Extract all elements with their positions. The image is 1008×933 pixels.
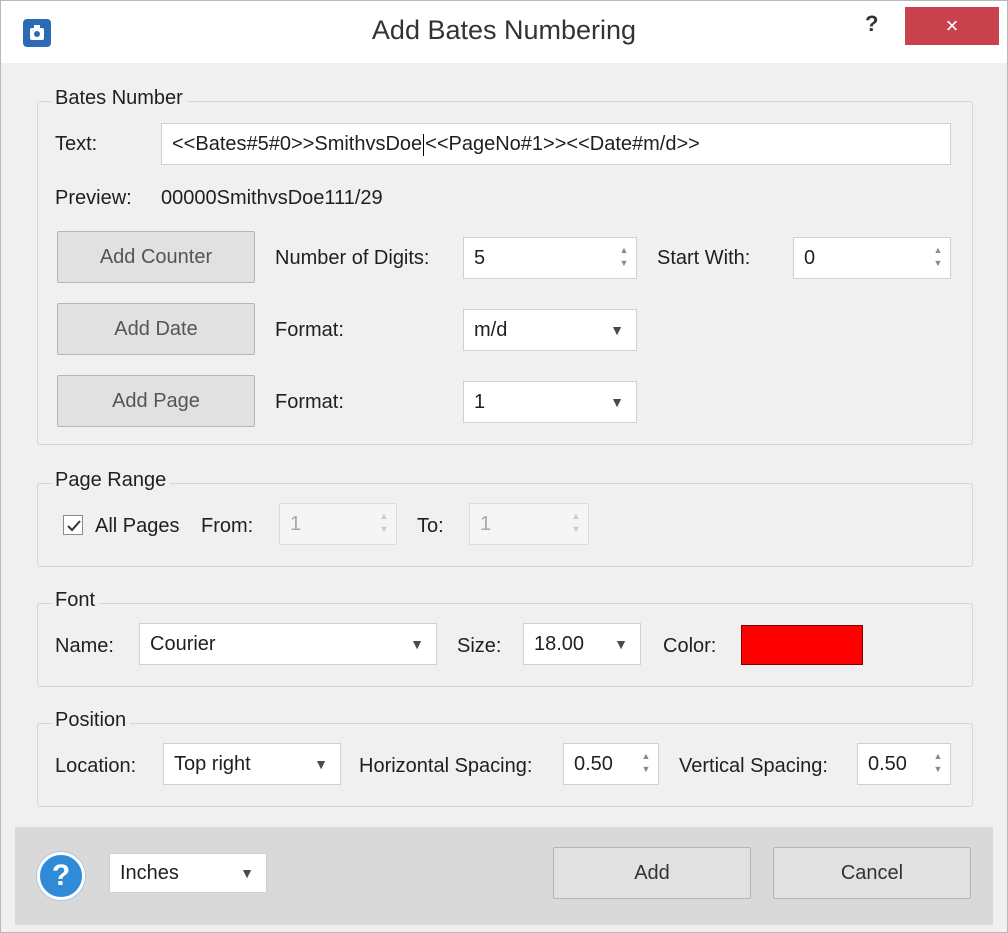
page-format-dropdown[interactable]: 1 ▼: [463, 381, 637, 423]
spin-up-icon[interactable]: ▲: [640, 750, 652, 763]
to-spinbox[interactable]: 1 ▲ ▼: [469, 503, 589, 545]
spin-down-icon[interactable]: ▼: [378, 523, 390, 536]
font-size-dropdown[interactable]: 18.00 ▼: [523, 623, 641, 665]
font-size-label: Size:: [457, 635, 502, 657]
horizontal-spacing-value: 0.50: [574, 753, 613, 775]
spin-up-icon[interactable]: ▲: [932, 244, 944, 257]
spin-down-icon[interactable]: ▼: [932, 257, 944, 270]
bates-text-input[interactable]: <<Bates#5#0>>SmithvsDoe <<PageNo#1>><<Dat…: [161, 123, 951, 165]
start-with-spin-arrows[interactable]: ▲ ▼: [932, 244, 944, 272]
font-size-value: 18.00: [534, 633, 585, 655]
digits-value: 5: [474, 247, 486, 269]
page-range-group-title: Page Range: [51, 469, 171, 492]
to-spin-arrows[interactable]: ▲ ▼: [570, 510, 582, 538]
horizontal-spacing-spin-arrows[interactable]: ▲ ▼: [640, 750, 652, 778]
dialog-body: Bates Number Text: <<Bates#5#0>>SmithvsD…: [15, 63, 993, 827]
spin-down-icon[interactable]: ▼: [570, 523, 582, 536]
location-dropdown[interactable]: Top right ▼: [163, 743, 341, 785]
horizontal-spacing-label: Horizontal Spacing:: [359, 755, 533, 777]
position-group-title: Position: [51, 709, 131, 732]
text-label: Text:: [55, 133, 98, 155]
add-button[interactable]: Add: [553, 847, 751, 899]
dialog-footer: ? Inches ▼ Add Cancel: [15, 827, 993, 925]
chevron-down-icon[interactable]: ▼: [410, 624, 424, 664]
bates-text-before-caret: <<Bates#5#0>>SmithvsDoe: [172, 133, 423, 155]
all-pages-checkbox[interactable]: [63, 515, 83, 535]
location-value: Top right: [174, 753, 251, 775]
help-icon[interactable]: ?: [37, 852, 85, 900]
add-page-button[interactable]: Add Page: [57, 375, 255, 427]
checkmark-icon: [67, 520, 81, 532]
vertical-spacing-spin-arrows[interactable]: ▲ ▼: [932, 750, 944, 778]
from-spin-arrows[interactable]: ▲ ▼: [378, 510, 390, 538]
date-format-label: Format:: [275, 319, 344, 341]
page-format-value: 1: [474, 391, 486, 413]
spin-down-icon[interactable]: ▼: [932, 763, 944, 776]
from-spinbox[interactable]: 1 ▲ ▼: [279, 503, 397, 545]
close-button[interactable]: ×: [905, 7, 999, 45]
title-bar: Add Bates Numbering ? ×: [1, 1, 1007, 63]
dialog-title: Add Bates Numbering: [371, 15, 637, 45]
help-button[interactable]: ?: [865, 11, 878, 37]
chevron-down-icon[interactable]: ▼: [610, 382, 624, 422]
date-format-dropdown[interactable]: m/d ▼: [463, 309, 637, 351]
preview-value: 00000SmithvsDoe111/29: [161, 187, 383, 209]
spin-down-icon[interactable]: ▼: [618, 257, 630, 270]
start-with-label: Start With:: [657, 247, 751, 269]
spin-up-icon[interactable]: ▲: [570, 510, 582, 523]
dialog-window: Add Bates Numbering ? × Bates Number Tex…: [0, 0, 1008, 933]
digits-spinbox[interactable]: 5 ▲ ▼: [463, 237, 637, 279]
font-name-label: Name:: [55, 635, 114, 657]
chevron-down-icon[interactable]: ▼: [610, 310, 624, 350]
font-name-dropdown[interactable]: Courier ▼: [139, 623, 437, 665]
chevron-down-icon[interactable]: ▼: [240, 854, 254, 892]
start-with-spinbox[interactable]: 0 ▲ ▼: [793, 237, 951, 279]
units-dropdown[interactable]: Inches ▼: [109, 853, 267, 893]
font-group-title: Font: [51, 589, 100, 612]
spin-up-icon[interactable]: ▲: [618, 244, 630, 257]
spin-down-icon[interactable]: ▼: [640, 763, 652, 776]
vertical-spacing-label: Vertical Spacing:: [679, 755, 828, 777]
units-value: Inches: [120, 862, 179, 884]
from-value: 1: [290, 513, 302, 535]
font-color-label: Color:: [663, 635, 717, 657]
bates-number-group-title: Bates Number: [51, 87, 187, 110]
all-pages-label[interactable]: All Pages: [95, 515, 180, 538]
font-color-swatch[interactable]: [741, 625, 863, 665]
to-label: To:: [417, 515, 444, 537]
chevron-down-icon[interactable]: ▼: [314, 744, 328, 784]
font-name-value: Courier: [150, 633, 216, 655]
add-date-button[interactable]: Add Date: [57, 303, 255, 355]
cancel-button[interactable]: Cancel: [773, 847, 971, 899]
location-label: Location:: [55, 755, 137, 777]
from-label: From:: [201, 515, 254, 537]
bates-text-after-caret: <<PageNo#1>><<Date#m/d>>: [425, 133, 700, 155]
horizontal-spacing-spinbox[interactable]: 0.50 ▲ ▼: [563, 743, 659, 785]
start-with-value: 0: [804, 247, 816, 269]
date-format-value: m/d: [474, 319, 508, 341]
to-value: 1: [480, 513, 492, 535]
vertical-spacing-spinbox[interactable]: 0.50 ▲ ▼: [857, 743, 951, 785]
spin-up-icon[interactable]: ▲: [932, 750, 944, 763]
add-counter-button[interactable]: Add Counter: [57, 231, 255, 283]
digits-label: Number of Digits:: [275, 247, 430, 269]
digits-spin-arrows[interactable]: ▲ ▼: [618, 244, 630, 272]
spin-up-icon[interactable]: ▲: [378, 510, 390, 523]
chevron-down-icon[interactable]: ▼: [614, 624, 628, 664]
preview-label: Preview:: [55, 187, 132, 209]
vertical-spacing-value: 0.50: [868, 753, 907, 775]
page-format-label: Format:: [275, 391, 344, 413]
